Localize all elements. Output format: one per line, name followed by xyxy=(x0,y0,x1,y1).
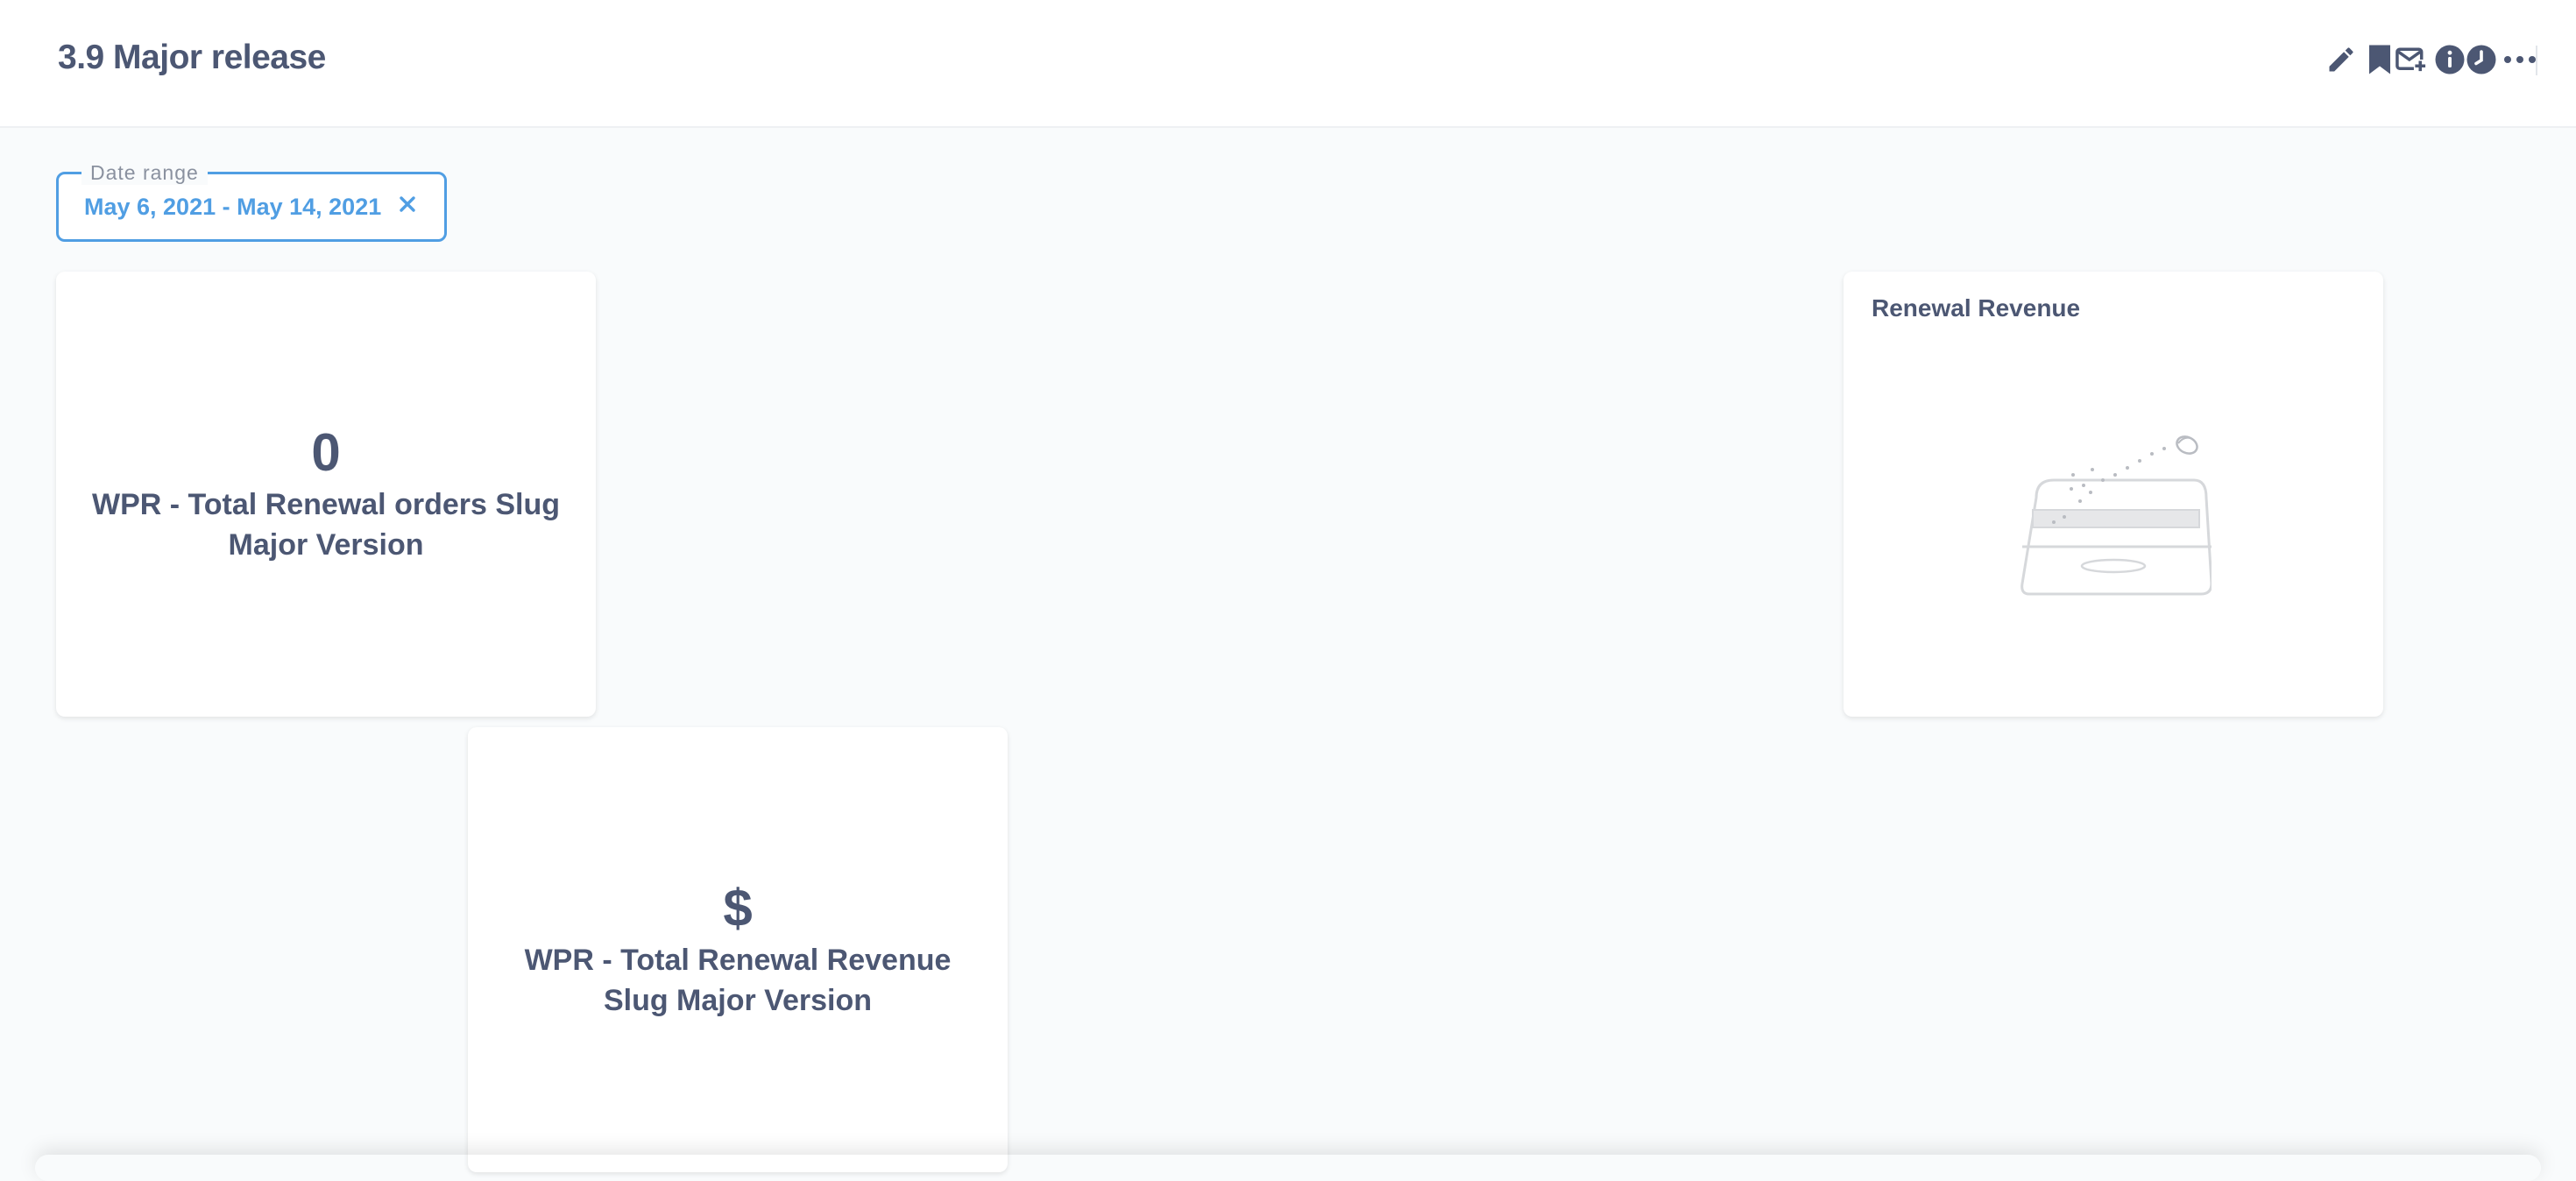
bookmark-button[interactable] xyxy=(2556,35,2576,84)
scalar-content: $ WPR - Total Renewal Revenue Slug Major… xyxy=(468,727,1008,1172)
bookmark-toggle-button[interactable] xyxy=(2355,35,2404,84)
scalar-value: 0 xyxy=(311,423,341,482)
scalar-content: 0 WPR - Total Renewal orders Slug Major … xyxy=(56,272,596,717)
scalar-title[interactable]: WPR - Total Renewal orders Slug Major Ve… xyxy=(89,484,563,565)
info-button[interactable] xyxy=(2425,35,2474,84)
page-title: 3.9 Major release xyxy=(58,39,326,76)
dashboard-header: 3.9 Major release xyxy=(0,0,2576,128)
filter-value: May 6, 2021 - May 14, 2021 xyxy=(84,194,382,220)
scalar-title[interactable]: WPR - Total Renewal Revenue Slug Major V… xyxy=(501,940,974,1021)
filter-label: Date range xyxy=(81,160,208,185)
scalar-value: $ xyxy=(723,879,753,937)
chart-card-renewal-revenue[interactable]: Renewal Revenue xyxy=(1844,272,2383,717)
card-title[interactable]: Renewal Revenue xyxy=(1872,294,2080,322)
empty-box-illustration xyxy=(2019,435,2213,605)
bottom-edge-shadow xyxy=(35,1155,2541,1181)
ellipsis-icon xyxy=(2503,55,2537,64)
pencil-icon xyxy=(2325,44,2357,75)
clear-filter-button[interactable] xyxy=(393,192,421,220)
scalar-card-renewal-revenue[interactable]: $ WPR - Total Renewal Revenue Slug Major… xyxy=(468,727,1008,1172)
close-icon xyxy=(399,195,416,217)
scalar-card-renewal-orders[interactable]: 0 WPR - Total Renewal orders Slug Major … xyxy=(56,272,596,717)
info-icon xyxy=(2434,44,2466,75)
date-range-filter[interactable]: Date range May 6, 2021 - May 14, 2021 xyxy=(56,160,447,242)
bookmark-icon xyxy=(2367,44,2393,75)
more-options-button[interactable] xyxy=(2495,35,2544,84)
